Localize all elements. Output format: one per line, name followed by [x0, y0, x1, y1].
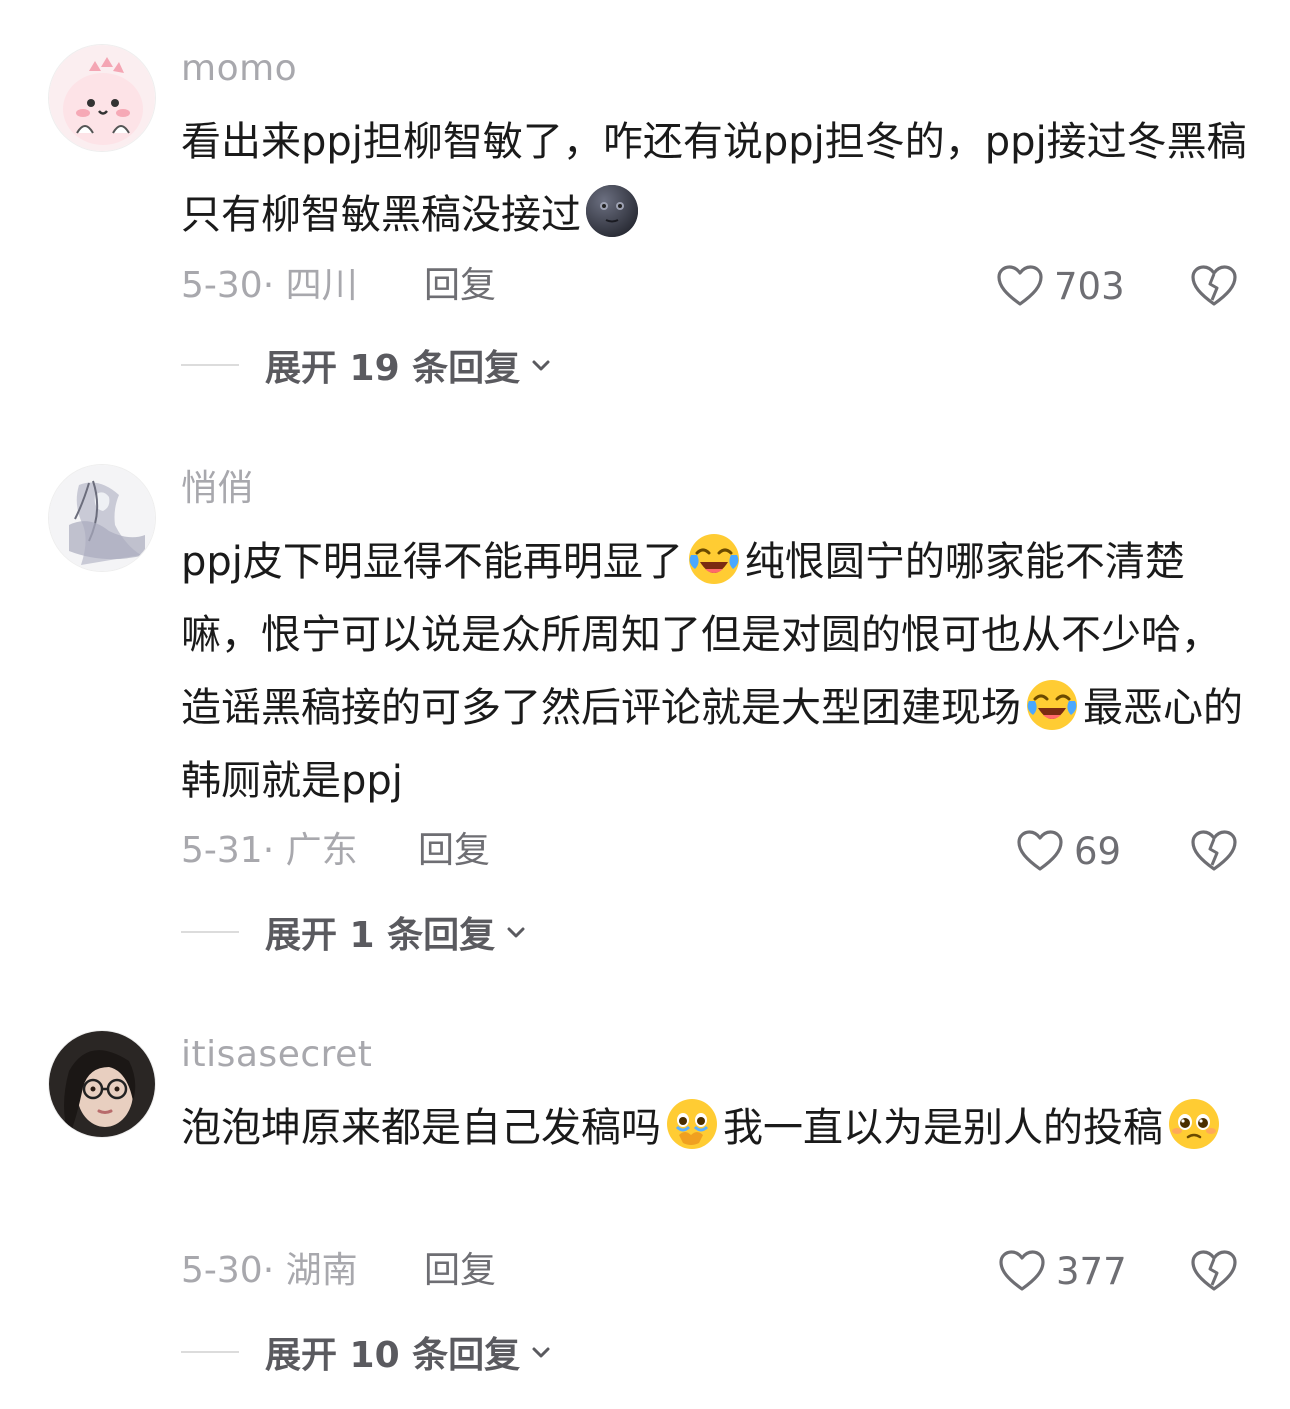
pink-dino-avatar[interactable] [48, 44, 156, 152]
ink-painting-figure-avatar[interactable] [48, 464, 156, 572]
chevron-down-icon [507, 927, 525, 938]
comment-location: 四川 [285, 265, 358, 306]
like-count: 703 [1054, 264, 1125, 308]
divider [181, 931, 239, 933]
comment-text: 看出来ppj担柳智敏了，咋还有说ppj担冬的，ppj接过冬黑稿只有柳智敏黑稿没接… [181, 106, 1251, 252]
laughing-crying-emoji [1023, 675, 1081, 733]
laughing-crying-emoji [685, 529, 743, 587]
comment-meta: 5-30· 湖南 [181, 1250, 358, 1291]
heart-outline-icon [997, 265, 1043, 306]
like-button[interactable]: 377 [998, 1246, 1127, 1296]
dislike-button[interactable] [1188, 826, 1240, 876]
heart-outline-icon [999, 1250, 1045, 1291]
pleading-face-emoji [1165, 1095, 1223, 1153]
comment-body-part: 泡泡坤原来都是自己发稿吗 [181, 1105, 661, 1151]
divider [181, 364, 239, 366]
dislike-button[interactable] [1188, 261, 1240, 311]
broken-heart-icon [1191, 1250, 1237, 1291]
username[interactable]: itisasecret [181, 1030, 372, 1080]
heart-outline-icon [1017, 830, 1063, 871]
like-count: 69 [1074, 829, 1122, 873]
reply-button[interactable]: 回复 [424, 261, 496, 311]
broken-heart-icon [1191, 830, 1237, 871]
comment-date: 5-31 [181, 830, 263, 871]
divider [181, 1351, 239, 1353]
comment-location: 广东 [285, 830, 358, 871]
username[interactable]: 悄俏 [181, 464, 254, 514]
holding-back-tears-emoji [663, 1095, 721, 1153]
reply-button[interactable]: 回复 [424, 1246, 496, 1296]
expand-replies[interactable]: 展开 1 条回复 [181, 907, 529, 957]
chevron-down-icon [532, 360, 550, 371]
comment-meta: 5-31· 广东 [181, 830, 358, 871]
comment-text: ppj皮下明显得不能再明显了 纯恨圆宁的哪家能不清楚嘛，恨宁可以说是众所周知了但… [181, 526, 1251, 818]
expand-replies-label: 展开 10 条回复 [265, 1335, 521, 1376]
dark-moon-face-emoji [583, 182, 641, 240]
comment-list: momo 看出来ppj担柳智敏了，咋还有说ppj担冬的，ppj接过冬黑稿只有柳智… [0, 0, 1290, 1409]
comment-body-part: 我一直以为是别人的投稿 [723, 1105, 1163, 1151]
comment-text: 泡泡坤原来都是自己发稿吗 我一直以为是别人的投稿 [181, 1092, 1251, 1165]
username[interactable]: momo [181, 44, 297, 94]
comment-location: 湖南 [285, 1250, 358, 1291]
comment-date: 5-30 [181, 265, 263, 306]
broken-heart-icon [1191, 265, 1237, 306]
expand-replies-label: 展开 19 条回复 [265, 348, 521, 389]
comment-meta: 5-30· 四川 [181, 265, 358, 306]
expand-replies[interactable]: 展开 19 条回复 [181, 340, 554, 390]
chevron-down-icon [532, 1347, 550, 1358]
like-button[interactable]: 703 [996, 261, 1125, 311]
comment-body: 看出来ppj担柳智敏了，咋还有说ppj担冬的，ppj接过冬黑稿只有柳智敏黑稿没接… [181, 119, 1247, 238]
dislike-button[interactable] [1188, 1246, 1240, 1296]
comment-date: 5-30 [181, 1250, 263, 1291]
expand-replies-label: 展开 1 条回复 [265, 915, 496, 956]
comment-body-part: ppj皮下明显得不能再明显了 [181, 539, 683, 585]
expand-replies[interactable]: 展开 10 条回复 [181, 1327, 554, 1377]
like-count: 377 [1056, 1249, 1127, 1293]
reply-button[interactable]: 回复 [418, 826, 490, 876]
girl-with-glasses-avatar[interactable] [48, 1030, 156, 1138]
like-button[interactable]: 69 [1016, 826, 1121, 876]
